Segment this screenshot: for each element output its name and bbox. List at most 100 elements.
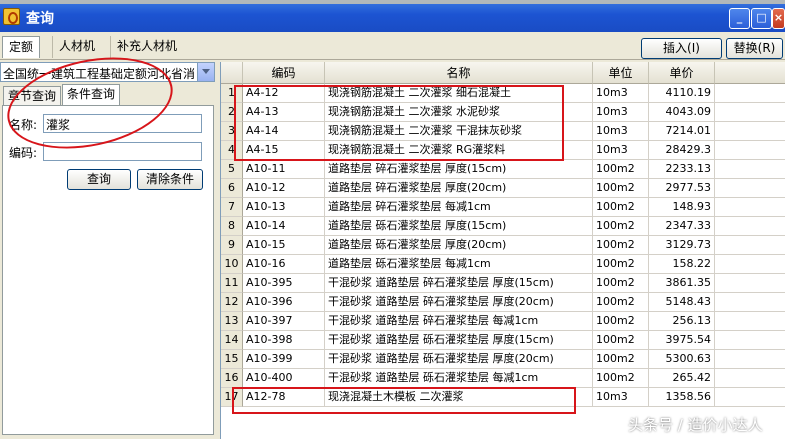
- code-cell: A10-398: [243, 331, 325, 350]
- table-row[interactable]: 13 A10-397 干混砂浆 道路垫层 碎石灌浆垫层 每减1cm 100m2 256.…: [221, 312, 785, 331]
- annotation-box-a4: [234, 85, 564, 161]
- filler-cell: [715, 369, 785, 388]
- price-cell: 5148.43: [649, 293, 715, 312]
- name-cell: 干混砂浆 道路垫层 砾石灌浆垫层 每减1cm: [325, 369, 593, 388]
- unit-cell: 100m2: [593, 312, 649, 331]
- code-cell: A10-396: [243, 293, 325, 312]
- price-cell: 265.42: [649, 369, 715, 388]
- tab-quota[interactable]: 定额: [2, 36, 41, 58]
- filler-cell: [715, 388, 785, 407]
- price-cell: 256.13: [649, 312, 715, 331]
- filler-cell: [715, 312, 785, 331]
- unit-cell: 100m2: [593, 236, 649, 255]
- name-cell: 干混砂浆 道路垫层 砾石灌浆垫层 厚度(20cm): [325, 350, 593, 369]
- annotation-box-a12: [232, 387, 576, 414]
- name-column-header[interactable]: 名称: [325, 62, 593, 84]
- code-cell: A10-397: [243, 312, 325, 331]
- price-cell: 3861.35: [649, 274, 715, 293]
- filler-cell: [715, 198, 785, 217]
- name-cell: 干混砂浆 道路垫层 碎石灌浆垫层 每减1cm: [325, 312, 593, 331]
- tab-labor-material-machine[interactable]: 人材机: [52, 36, 101, 58]
- unit-column-header[interactable]: 单位: [593, 62, 649, 84]
- unit-cell: 100m2: [593, 160, 649, 179]
- table-row[interactable]: 6 A10-12 道路垫层 碎石灌浆垫层 厚度(20cm) 100m2 2977.53: [221, 179, 785, 198]
- unit-cell: 100m2: [593, 350, 649, 369]
- name-cell: 干混砂浆 道路垫层 砾石灌浆垫层 厚度(15cm): [325, 331, 593, 350]
- table-row[interactable]: 12 A10-396 干混砂浆 道路垫层 碎石灌浆垫层 厚度(20cm) 100m2 5…: [221, 293, 785, 312]
- title-bar: [0, 0, 785, 32]
- filler-cell: [715, 160, 785, 179]
- name-cell: 道路垫层 碎石灌浆垫层 厚度(20cm): [325, 179, 593, 198]
- price-cell: 4043.09: [649, 103, 715, 122]
- condition-query-panel: 名称: 灌浆 编码: 查询 清除条件: [2, 105, 214, 435]
- name-cell: 干混砂浆 道路垫层 碎石灌浆垫层 厚度(20cm): [325, 293, 593, 312]
- code-cell: A10-12: [243, 179, 325, 198]
- filler-cell: [715, 255, 785, 274]
- maximize-button[interactable]: □: [751, 8, 772, 29]
- table-row[interactable]: 16 A10-400 干混砂浆 道路垫层 砾石灌浆垫层 每减1cm 100m2 265.…: [221, 369, 785, 388]
- unit-cell: 10m3: [593, 103, 649, 122]
- row-number: 5: [221, 160, 243, 179]
- code-cell: A10-400: [243, 369, 325, 388]
- filler-column-header: [715, 62, 785, 84]
- price-cell: 5300.63: [649, 350, 715, 369]
- code-label: 编码:: [9, 146, 38, 160]
- minimize-button[interactable]: _: [729, 8, 750, 29]
- table-row[interactable]: 10 A10-16 道路垫层 砾石灌浆垫层 每减1cm 100m2 158.22: [221, 255, 785, 274]
- table-row[interactable]: 15 A10-399 干混砂浆 道路垫层 砾石灌浆垫层 厚度(20cm) 100m2 5…: [221, 350, 785, 369]
- price-cell: 2347.33: [649, 217, 715, 236]
- filler-cell: [715, 179, 785, 198]
- price-cell: 4110.19: [649, 84, 715, 103]
- unit-cell: 10m3: [593, 84, 649, 103]
- table-row[interactable]: 8 A10-14 道路垫层 砾石灌浆垫层 厚度(15cm) 100m2 2347.33: [221, 217, 785, 236]
- table-row[interactable]: 9 A10-15 道路垫层 砾石灌浆垫层 厚度(20cm) 100m2 3129.73: [221, 236, 785, 255]
- unit-cell: 100m2: [593, 369, 649, 388]
- row-number: 13: [221, 312, 243, 331]
- clear-conditions-button[interactable]: 清除条件: [137, 169, 203, 190]
- table-row[interactable]: 7 A10-13 道路垫层 碎石灌浆垫层 每减1cm 100m2 148.93: [221, 198, 785, 217]
- row-number: 16: [221, 369, 243, 388]
- code-cell: A10-13: [243, 198, 325, 217]
- row-number: 6: [221, 179, 243, 198]
- code-cell: A10-15: [243, 236, 325, 255]
- query-button[interactable]: 查询: [67, 169, 131, 190]
- filler-cell: [715, 141, 785, 160]
- name-cell: 干混砂浆 道路垫层 碎石灌浆垫层 厚度(15cm): [325, 274, 593, 293]
- code-cell: A10-399: [243, 350, 325, 369]
- table-row[interactable]: 11 A10-395 干混砂浆 道路垫层 碎石灌浆垫层 厚度(15cm) 100m2 3…: [221, 274, 785, 293]
- row-number: 9: [221, 236, 243, 255]
- tab-supplementary-labor-material-machine[interactable]: 补充人材机: [110, 36, 183, 58]
- insert-button[interactable]: 插入(I): [641, 38, 722, 59]
- name-cell: 道路垫层 碎石灌浆垫层 每减1cm: [325, 198, 593, 217]
- table-row[interactable]: 5 A10-11 道路垫层 碎石灌浆垫层 厚度(15cm) 100m2 2233.13: [221, 160, 785, 179]
- unit-cell: 100m2: [593, 274, 649, 293]
- filler-cell: [715, 293, 785, 312]
- close-button[interactable]: ×: [772, 8, 785, 29]
- filler-cell: [715, 331, 785, 350]
- name-cell: 道路垫层 砾石灌浆垫层 厚度(15cm): [325, 217, 593, 236]
- code-column-header[interactable]: 编码: [243, 62, 325, 84]
- filler-cell: [715, 236, 785, 255]
- table-row[interactable]: 14 A10-398 干混砂浆 道路垫层 砾石灌浆垫层 厚度(15cm) 100m2 3…: [221, 331, 785, 350]
- unit-cell: 10m3: [593, 388, 649, 407]
- unit-cell: 100m2: [593, 331, 649, 350]
- row-number: 10: [221, 255, 243, 274]
- filler-cell: [715, 350, 785, 369]
- window-title: 查询: [26, 11, 54, 27]
- filler-cell: [715, 217, 785, 236]
- row-number: 12: [221, 293, 243, 312]
- name-cell: 道路垫层 碎石灌浆垫层 厚度(15cm): [325, 160, 593, 179]
- price-cell: 2233.13: [649, 160, 715, 179]
- code-cell: A10-16: [243, 255, 325, 274]
- unit-cell: 10m3: [593, 122, 649, 141]
- price-column-header[interactable]: 单价: [649, 62, 715, 84]
- code-cell: A10-14: [243, 217, 325, 236]
- unit-cell: 100m2: [593, 179, 649, 198]
- price-cell: 2977.53: [649, 179, 715, 198]
- price-cell: 7214.01: [649, 122, 715, 141]
- chevron-down-icon[interactable]: [197, 63, 214, 81]
- replace-button[interactable]: 替换(R): [726, 38, 783, 59]
- filler-cell: [715, 122, 785, 141]
- code-cell: A10-11: [243, 160, 325, 179]
- price-cell: 1358.56: [649, 388, 715, 407]
